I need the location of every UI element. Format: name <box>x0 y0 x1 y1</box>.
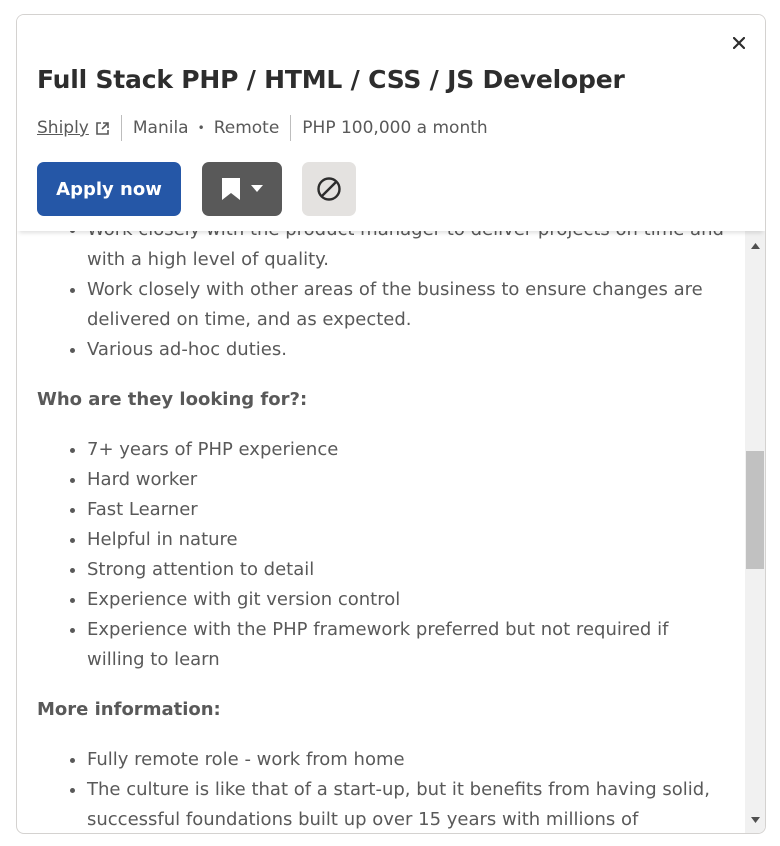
action-bar: Apply now <box>37 162 356 216</box>
list-item: Fast Learner <box>87 495 727 525</box>
duties-list: Work closely with the product manager to… <box>17 231 727 365</box>
list-item: Work closely with other areas of the bus… <box>87 275 727 335</box>
company-link[interactable]: Shiply <box>37 118 110 138</box>
job-location: Manila <box>132 118 189 138</box>
scrollbar-thumb[interactable] <box>746 451 764 569</box>
job-header: Full Stack PHP / HTML / CSS / JS Develop… <box>17 15 765 231</box>
list-item: 7+ years of PHP experience <box>87 435 727 465</box>
requirements-list: 7+ years of PHP experience Hard worker F… <box>17 435 727 675</box>
section-heading: Who are they looking for?: <box>37 389 308 410</box>
list-item: Work closely with the product manager to… <box>87 231 727 275</box>
meta-divider <box>290 115 292 141</box>
job-salary: PHP 100,000 a month <box>302 118 488 138</box>
list-item: The culture is like that of a start-up, … <box>87 775 727 833</box>
job-work-type: Remote <box>213 118 280 138</box>
not-interested-icon <box>317 177 341 201</box>
save-job-button[interactable] <box>202 162 282 216</box>
job-title: Full Stack PHP / HTML / CSS / JS Develop… <box>37 65 625 94</box>
list-item: Fully remote role - work from home <box>87 745 727 775</box>
job-details-panel: Full Stack PHP / HTML / CSS / JS Develop… <box>16 14 766 834</box>
list-item: Helpful in nature <box>87 525 727 555</box>
scroll-down-arrow[interactable] <box>745 811 765 829</box>
job-meta: Shiply Manila • Remote PHP 100,000 a mon… <box>37 113 488 143</box>
close-button[interactable] <box>727 31 751 55</box>
list-item: Experience with git version control <box>87 585 727 615</box>
job-description[interactable]: Work closely with the product manager to… <box>17 231 745 833</box>
meta-dot: • <box>197 121 205 135</box>
scroll-up-arrow[interactable] <box>745 237 765 255</box>
close-icon <box>733 37 745 49</box>
bookmark-icon <box>222 178 240 200</box>
more-info-list: Fully remote role - work from home The c… <box>17 745 727 833</box>
company-name: Shiply <box>37 118 89 138</box>
not-interested-button[interactable] <box>302 162 356 216</box>
list-item: Hard worker <box>87 465 727 495</box>
list-item: Experience with the PHP framework prefer… <box>87 615 727 675</box>
chevron-down-icon <box>251 185 263 192</box>
meta-divider <box>120 115 122 141</box>
external-link-icon <box>95 121 110 136</box>
scrollbar[interactable] <box>745 231 765 833</box>
section-heading: More information: <box>37 699 221 720</box>
apply-now-button[interactable]: Apply now <box>37 162 181 216</box>
list-item: Various ad-hoc duties. <box>87 335 727 365</box>
list-item: Strong attention to detail <box>87 555 727 585</box>
